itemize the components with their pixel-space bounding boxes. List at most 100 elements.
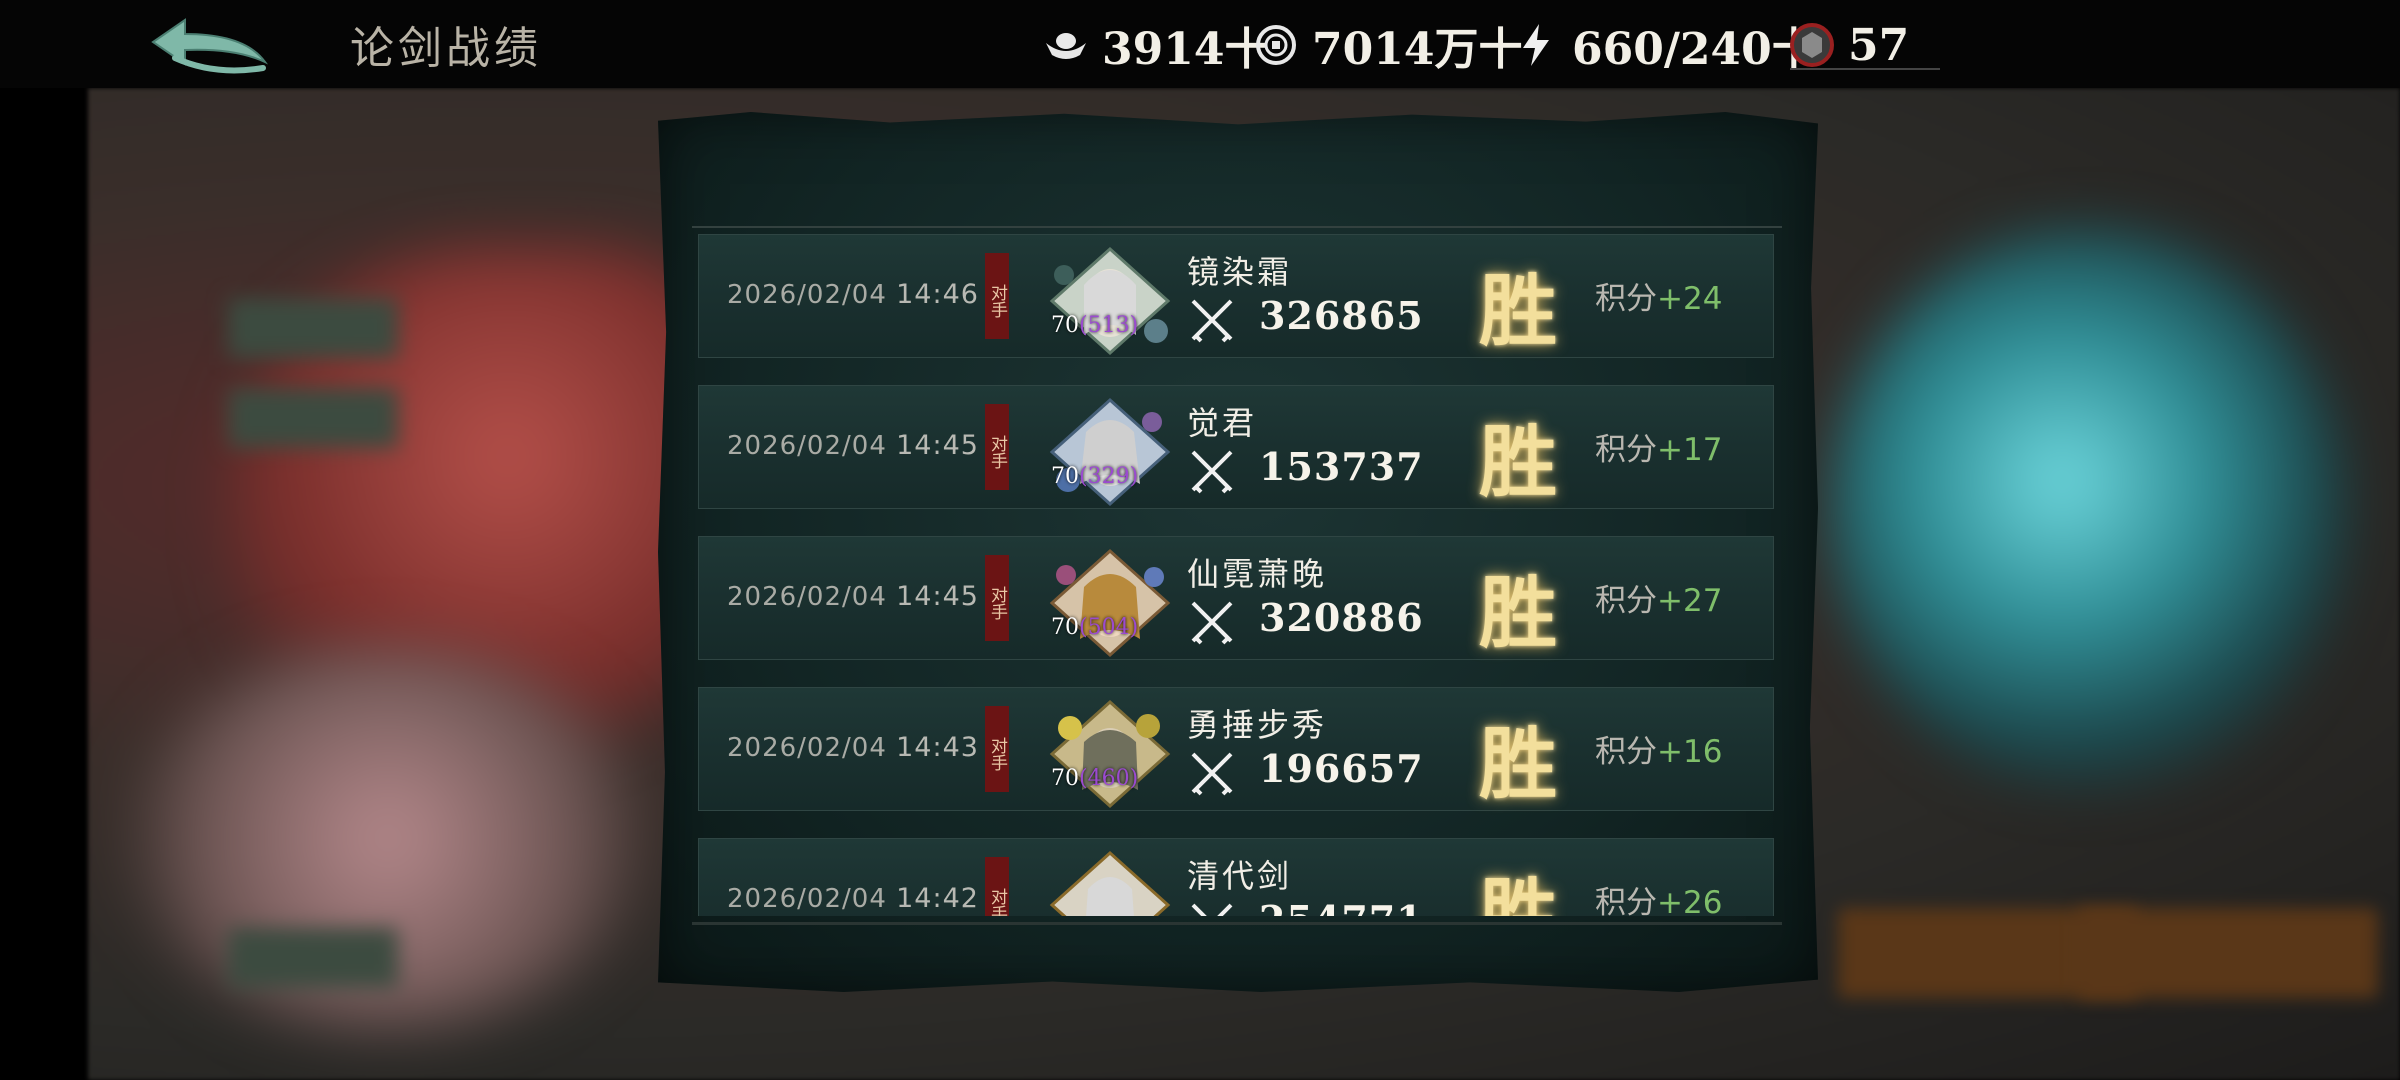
record-row[interactable]: 2026/02/04 14:42 对手 清代剑 254771 胜 积分+26	[698, 838, 1774, 916]
score-delta: +16	[1657, 734, 1723, 770]
opponent-power: 196657	[1259, 746, 1424, 791]
record-date: 2026/02/04	[727, 733, 887, 763]
opponent-name: 勇捶步秀	[1187, 706, 1328, 744]
rank-value: (329)	[1079, 464, 1139, 489]
opponent-avatar[interactable]	[1044, 547, 1176, 658]
opponent-name: 镜染霜	[1187, 253, 1293, 291]
resource-ingot: 3914十	[1040, 16, 1269, 75]
record-date: 2026/02/04	[727, 582, 887, 612]
top-bar: 论剑战绩 3914十 7014万十 660/240十 57	[0, 0, 2400, 88]
score-delta: +17	[1657, 432, 1723, 468]
score-label: 积分	[1595, 281, 1657, 317]
record-date: 2026/02/04	[727, 884, 887, 914]
level-value: 70	[1051, 766, 1079, 791]
token-icon	[1786, 19, 1838, 71]
opponent-level: 70(504)	[1051, 615, 1138, 640]
lightning-icon	[1510, 19, 1562, 71]
background-button-shape	[228, 298, 398, 358]
record-row[interactable]: 2026/02/04 14:45 对手 70(504) 仙霓萧晚 320886 …	[698, 536, 1774, 660]
background-button-shape	[228, 388, 398, 448]
score-change: 积分+27	[1595, 575, 1722, 620]
score-delta: +26	[1657, 885, 1723, 916]
back-button[interactable]	[145, 12, 275, 78]
record-datetime: 2026/02/04 14:42	[727, 883, 979, 914]
opponent-tag: 对手	[985, 857, 1009, 916]
divider	[692, 922, 1782, 925]
opponent-tag: 对手	[985, 253, 1009, 339]
result-win-label: 胜	[1479, 719, 1558, 810]
battle-record-list[interactable]: 2026/02/04 14:46 对手 70(513) 镜染霜 326865 胜…	[698, 226, 1776, 916]
record-time: 14:45	[896, 581, 979, 612]
opponent-level: 70(513)	[1051, 313, 1138, 338]
opponent-tag: 对手	[985, 555, 1009, 641]
opponent-avatar[interactable]	[1044, 396, 1176, 507]
rank-value: (504)	[1079, 615, 1139, 640]
ingot-count: 3914十	[1102, 24, 1269, 75]
record-row[interactable]: 2026/02/04 14:45 对手 70(329) 觉君 153737 胜 …	[698, 385, 1774, 509]
background-cyan-emblem	[1828, 228, 2348, 788]
result-win-label: 胜	[1479, 417, 1558, 508]
record-datetime: 2026/02/04 14:45	[727, 430, 979, 461]
score-delta: +27	[1657, 583, 1723, 619]
crossed-swords-icon	[1189, 901, 1235, 916]
score-label: 积分	[1595, 583, 1657, 619]
resource-stamina: 660/240十	[1510, 16, 1816, 75]
opponent-power: 326865	[1259, 293, 1424, 338]
page-title: 论剑战绩	[350, 23, 542, 74]
record-date: 2026/02/04	[727, 431, 887, 461]
score-label: 积分	[1595, 885, 1657, 916]
rank-value: (513)	[1079, 313, 1139, 338]
record-datetime: 2026/02/04 14:43	[727, 732, 979, 763]
background-orange-button	[2078, 908, 2378, 998]
opponent-avatar[interactable]	[1044, 698, 1176, 809]
record-datetime: 2026/02/04 14:46	[727, 279, 979, 310]
crossed-swords-icon	[1189, 599, 1235, 645]
score-label: 积分	[1595, 432, 1657, 468]
record-date: 2026/02/04	[727, 280, 887, 310]
resource-coin: 7014万十	[1250, 16, 1523, 75]
level-value: 70	[1051, 615, 1079, 640]
score-change: 积分+16	[1595, 726, 1722, 771]
opponent-tag: 对手	[985, 706, 1009, 792]
resource-token: 57	[1786, 16, 1909, 74]
score-change: 积分+24	[1595, 273, 1722, 318]
coin-count: 7014万十	[1312, 24, 1523, 75]
opponent-avatar[interactable]	[1044, 849, 1176, 916]
rank-value: (460)	[1079, 766, 1139, 791]
opponent-power: 320886	[1259, 595, 1424, 640]
coin-icon	[1250, 19, 1302, 71]
stamina-count: 660/240十	[1572, 24, 1816, 75]
record-time: 14:45	[896, 430, 979, 461]
record-time: 14:46	[896, 279, 979, 310]
opponent-level: 70(460)	[1051, 766, 1138, 791]
score-label: 积分	[1595, 734, 1657, 770]
level-value: 70	[1051, 464, 1079, 489]
background-button-shape	[228, 928, 398, 988]
token-count: 57	[1848, 19, 1910, 71]
opponent-name: 觉君	[1187, 404, 1258, 442]
record-time: 14:42	[896, 883, 979, 914]
opponent-power: 254771	[1259, 897, 1424, 916]
opponent-avatar[interactable]	[1044, 245, 1176, 356]
result-win-label: 胜	[1479, 266, 1558, 357]
result-win-label: 胜	[1479, 568, 1558, 659]
opponent-power: 153737	[1259, 444, 1424, 489]
result-win-label: 胜	[1479, 870, 1558, 916]
opponent-name: 清代剑	[1187, 857, 1293, 895]
opponent-tag: 对手	[985, 404, 1009, 490]
ingot-icon	[1040, 19, 1092, 71]
crossed-swords-icon	[1189, 750, 1235, 796]
opponent-level: 70(329)	[1051, 464, 1138, 489]
crossed-swords-icon	[1189, 448, 1235, 494]
level-value: 70	[1051, 313, 1079, 338]
record-time: 14:43	[896, 732, 979, 763]
record-row[interactable]: 2026/02/04 14:46 对手 70(513) 镜染霜 326865 胜…	[698, 234, 1774, 358]
crossed-swords-icon	[1189, 297, 1235, 343]
opponent-name: 仙霓萧晚	[1187, 555, 1328, 593]
record-datetime: 2026/02/04 14:45	[727, 581, 979, 612]
score-change: 积分+17	[1595, 424, 1722, 469]
record-row[interactable]: 2026/02/04 14:43 对手 70(460) 勇捶步秀 196657 …	[698, 687, 1774, 811]
divider	[1790, 68, 1940, 70]
back-arrow-icon	[151, 18, 269, 74]
score-change: 积分+26	[1595, 877, 1722, 916]
